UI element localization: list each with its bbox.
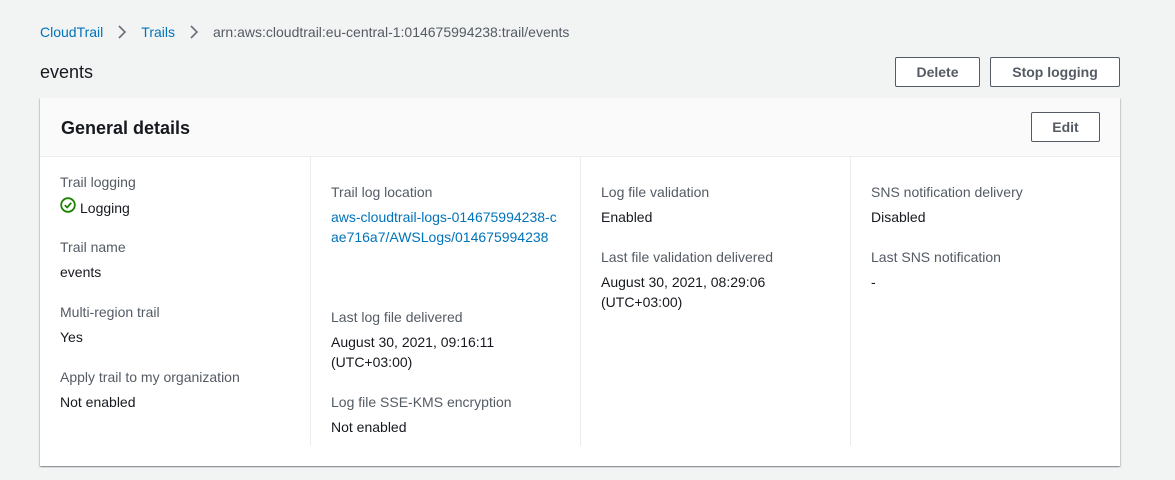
field-value: Not enabled — [331, 419, 407, 435]
field-label: SNS notification delivery — [871, 184, 1023, 200]
chevron-right-icon — [117, 25, 127, 39]
details-column-1: Trail logging Logging Trail name events … — [40, 156, 310, 446]
apply-org-field: Apply trail to my organization Not enabl… — [60, 367, 240, 412]
field-label: Last SNS notification — [871, 249, 1001, 265]
field-value: Yes — [60, 329, 83, 345]
field-label: Log file validation — [601, 184, 710, 200]
multi-region-field: Multi-region trail Yes — [60, 302, 160, 347]
last-log-field: Last log file delivered August 30, 2021,… — [331, 307, 511, 372]
chevron-right-icon — [189, 25, 199, 39]
trail-name-field: Trail name events — [60, 237, 126, 282]
panel-title: General details — [61, 118, 191, 138]
field-label: Last file validation delivered — [601, 249, 773, 265]
logging-status: Logging — [60, 197, 136, 218]
field-label: Trail logging — [60, 174, 136, 190]
trail-logging-field: Trail logging Logging — [60, 172, 136, 218]
breadcrumb-cloudtrail[interactable]: CloudTrail — [40, 24, 103, 40]
field-label: Trail log location — [331, 184, 433, 200]
field-value: events — [60, 264, 102, 280]
validation-field: Log file validation Enabled — [601, 182, 709, 227]
sse-kms-field: Log file SSE-KMS encryption Not enabled — [331, 392, 512, 437]
page-title: events — [40, 62, 94, 82]
sns-field: SNS notification delivery Disabled — [871, 182, 1023, 227]
details-column-3: Log file validation Enabled Last file va… — [580, 156, 851, 446]
breadcrumb-current: arn:aws:cloudtrail:eu-central-1:01467599… — [212, 24, 570, 40]
general-details-panel: General details Edit Trail logging Loggi… — [40, 98, 1120, 466]
breadcrumb-trails[interactable]: Trails — [141, 24, 175, 40]
field-value: - — [871, 274, 876, 290]
field-label: Trail name — [60, 239, 126, 255]
last-validation-field: Last file validation delivered August 30… — [601, 247, 786, 312]
status-text: Logging — [80, 199, 130, 216]
panel-header: General details Edit — [40, 98, 1120, 157]
check-circle-icon — [60, 197, 80, 218]
details-column-4: SNS notification delivery Disabled Last … — [850, 156, 1101, 446]
log-location-link[interactable]: aws-cloudtrail-logs-014675994238-cae716a… — [331, 207, 559, 247]
last-sns-field: Last SNS notification - — [871, 247, 1001, 292]
field-value: Disabled — [871, 209, 926, 225]
field-value: Not enabled — [60, 394, 136, 410]
field-label: Last log file delivered — [331, 309, 463, 325]
log-location-field: Trail log location aws-cloudtrail-logs-0… — [331, 182, 559, 247]
field-label: Log file SSE-KMS encryption — [331, 394, 512, 410]
delete-button[interactable]: Delete — [895, 57, 980, 87]
field-value: August 30, 2021, 09:16:11 (UTC+03:00) — [331, 334, 495, 370]
field-label: Apply trail to my organization — [60, 369, 240, 385]
field-label: Multi-region trail — [60, 304, 160, 320]
breadcrumb: CloudTrail Trails arn:aws:cloudtrail:eu-… — [40, 23, 569, 41]
details-column-2: Trail log location aws-cloudtrail-logs-0… — [310, 156, 581, 446]
edit-button[interactable]: Edit — [1031, 112, 1100, 142]
field-value: August 30, 2021, 08:29:06 (UTC+03:00) — [601, 274, 766, 310]
field-value: Enabled — [601, 209, 653, 225]
stop-logging-button[interactable]: Stop logging — [990, 57, 1120, 87]
